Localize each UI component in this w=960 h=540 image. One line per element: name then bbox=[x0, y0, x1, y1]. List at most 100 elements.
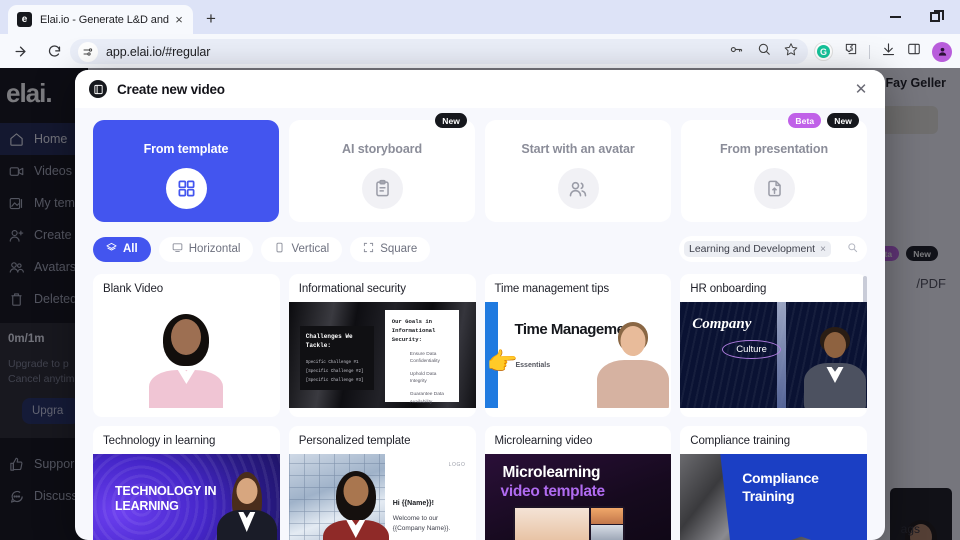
tab-close-icon[interactable]: × bbox=[171, 12, 187, 28]
file-upload-icon bbox=[753, 168, 795, 209]
side-panel-icon[interactable] bbox=[907, 42, 921, 61]
layers-icon bbox=[106, 242, 117, 256]
tab-favicon: e bbox=[17, 12, 32, 27]
security-light-heading: Our Goals in Informational Security: bbox=[391, 318, 436, 344]
bookmark-star-icon[interactable] bbox=[784, 42, 798, 61]
hr-word-company: Company bbox=[692, 316, 752, 332]
toolbar-extension-icons: G bbox=[814, 39, 952, 64]
mode-badges: Beta New bbox=[788, 113, 859, 128]
template-card-microlearning[interactable]: Microlearning video Microlearning video … bbox=[484, 426, 672, 540]
zoom-search-icon[interactable] bbox=[757, 42, 771, 61]
template-thumbnail bbox=[93, 302, 280, 408]
minimize-button[interactable] bbox=[876, 4, 914, 30]
profile-avatar-icon[interactable] bbox=[932, 41, 952, 62]
password-key-icon[interactable] bbox=[729, 42, 744, 62]
mode-card-from-template[interactable]: From template bbox=[93, 120, 279, 222]
micro-line-2: video template bbox=[500, 483, 606, 500]
mode-label: Start with an avatar bbox=[521, 142, 635, 156]
browser-tab-strip: e Elai.io - Generate L&D and mar × + bbox=[0, 0, 960, 34]
close-icon[interactable]: ✕ bbox=[851, 79, 871, 99]
grammarly-extension-icon[interactable]: G bbox=[814, 42, 833, 61]
mode-card-start-with-avatar[interactable]: Start with an avatar bbox=[485, 120, 671, 222]
search-filter-chip[interactable]: Learning and Development × bbox=[684, 241, 831, 257]
tab-title: Elai.io - Generate L&D and mar bbox=[40, 13, 171, 26]
video-call-grid bbox=[512, 506, 625, 540]
template-grid: Blank Video Informational security Chall… bbox=[93, 274, 867, 540]
template-thumbnail: LOGO Hi {{Name}}! Welcome to our {{Compa… bbox=[288, 454, 476, 540]
template-thumbnail: Company Culture bbox=[680, 302, 867, 408]
security-dark-item: [Specific Challenge #3] bbox=[305, 378, 364, 383]
mode-card-ai-storyboard[interactable]: New AI storyboard bbox=[289, 113, 475, 222]
address-bar[interactable]: app.elai.io/#regular bbox=[70, 39, 808, 64]
mode-label: From presentation bbox=[719, 142, 829, 156]
template-card-hr-onboarding[interactable]: HR onboarding Company Culture bbox=[680, 274, 867, 417]
toolbar-divider bbox=[869, 44, 870, 59]
security-dark-panel: Challenges We Tackle: Specific Challenge… bbox=[299, 326, 374, 390]
book-icon bbox=[89, 80, 107, 98]
template-title: HR onboarding bbox=[690, 283, 767, 295]
maximize-button[interactable] bbox=[916, 4, 954, 30]
mode-badges: New bbox=[435, 113, 467, 128]
site-settings-icon[interactable] bbox=[78, 41, 98, 62]
security-light-item: Ensure Data Confidentiality bbox=[409, 351, 440, 364]
template-title: Time management tips bbox=[494, 283, 610, 295]
browser-tab[interactable]: e Elai.io - Generate L&D and mar × bbox=[8, 5, 193, 34]
search-icon[interactable] bbox=[847, 240, 858, 258]
filter-vertical[interactable]: Vertical bbox=[261, 236, 343, 262]
template-title: Personalized template bbox=[298, 435, 411, 447]
template-grid-wrapper: Blank Video Informational security Chall… bbox=[93, 274, 867, 540]
chip-remove-icon[interactable]: × bbox=[820, 244, 826, 255]
creation-mode-row: From template New AI storyboard Start wi… bbox=[93, 113, 867, 222]
download-icon[interactable] bbox=[881, 42, 896, 62]
template-card-technology-in-learning[interactable]: Technology in learning TECHNOLOGY IN LEA… bbox=[93, 426, 280, 540]
new-badge: New bbox=[827, 113, 859, 128]
new-badge: New bbox=[435, 113, 467, 128]
forward-arrow-icon[interactable] bbox=[6, 37, 34, 65]
extensions-puzzle-icon[interactable] bbox=[844, 42, 858, 61]
filter-square[interactable]: Square bbox=[350, 236, 431, 262]
modal-body: From template New AI storyboard Start wi… bbox=[75, 108, 885, 540]
template-thumbnail: 👉 Time Management Essentials bbox=[484, 302, 672, 408]
personalized-body: Welcome to our {{Company Name}}. bbox=[392, 515, 451, 532]
security-light-item: Uphold Data Integrity bbox=[409, 372, 437, 385]
people-icon bbox=[557, 168, 599, 209]
micro-line-1: Microlearning bbox=[502, 464, 601, 481]
filter-label: Vertical bbox=[291, 243, 330, 255]
template-thumbnail: Compliance Training Watch the lesson of … bbox=[680, 454, 867, 540]
browser-window: e Elai.io - Generate L&D and mar × + app… bbox=[0, 0, 960, 540]
mode-card-from-presentation[interactable]: Beta New From presentation bbox=[681, 113, 867, 222]
clipboard-icon bbox=[361, 168, 403, 209]
filter-all[interactable]: All bbox=[93, 236, 151, 262]
grid-squares-icon bbox=[165, 168, 207, 209]
security-dark-item: Specific Challenge #1 bbox=[305, 360, 359, 365]
template-card-time-management[interactable]: Time management tips 👉 Time Management E… bbox=[484, 274, 672, 417]
beta-badge: Beta bbox=[788, 113, 822, 128]
template-title: Technology in learning bbox=[103, 435, 216, 447]
grammarly-letter: G bbox=[817, 45, 830, 58]
mode-label: From template bbox=[143, 142, 229, 156]
template-title: Informational security bbox=[298, 283, 406, 295]
browser-toolbar: app.elai.io/#regular G bbox=[0, 34, 960, 68]
new-tab-icon[interactable]: + bbox=[200, 8, 222, 30]
security-light-panel: Our Goals in Informational Security: Ens… bbox=[384, 310, 459, 405]
template-title: Compliance training bbox=[690, 435, 790, 447]
omnibox-actions bbox=[729, 39, 798, 64]
url-text: app.elai.io/#regular bbox=[106, 44, 211, 59]
template-thumbnail: TECHNOLOGY IN LEARNING bbox=[93, 454, 280, 540]
template-card-personalized[interactable]: Personalized template LOGO Hi {{Name}}! … bbox=[288, 426, 476, 540]
personalized-logo-label: LOGO bbox=[448, 462, 466, 468]
template-card-informational-security[interactable]: Informational security Challenges We Tac… bbox=[288, 274, 476, 417]
compliance-headline: Compliance Training bbox=[742, 470, 819, 504]
search-chip-label: Learning and Development bbox=[689, 243, 816, 255]
template-thumbnail: Challenges We Tackle: Specific Challenge… bbox=[288, 302, 476, 408]
reload-icon[interactable] bbox=[40, 37, 68, 65]
filter-row: All Horizontal Vertical Square Learning … bbox=[93, 236, 867, 262]
filter-horizontal[interactable]: Horizontal bbox=[158, 236, 254, 262]
monitor-icon bbox=[172, 242, 183, 256]
template-search-box[interactable]: Learning and Development × bbox=[679, 236, 867, 262]
modal-header: Create new video ✕ bbox=[75, 70, 885, 108]
template-card-compliance-training[interactable]: Compliance training Compliance Training … bbox=[680, 426, 867, 540]
template-thumbnail: Microlearning video template bbox=[484, 454, 672, 540]
template-card-blank-video[interactable]: Blank Video bbox=[93, 274, 280, 417]
template-title: Microlearning video bbox=[494, 435, 593, 447]
